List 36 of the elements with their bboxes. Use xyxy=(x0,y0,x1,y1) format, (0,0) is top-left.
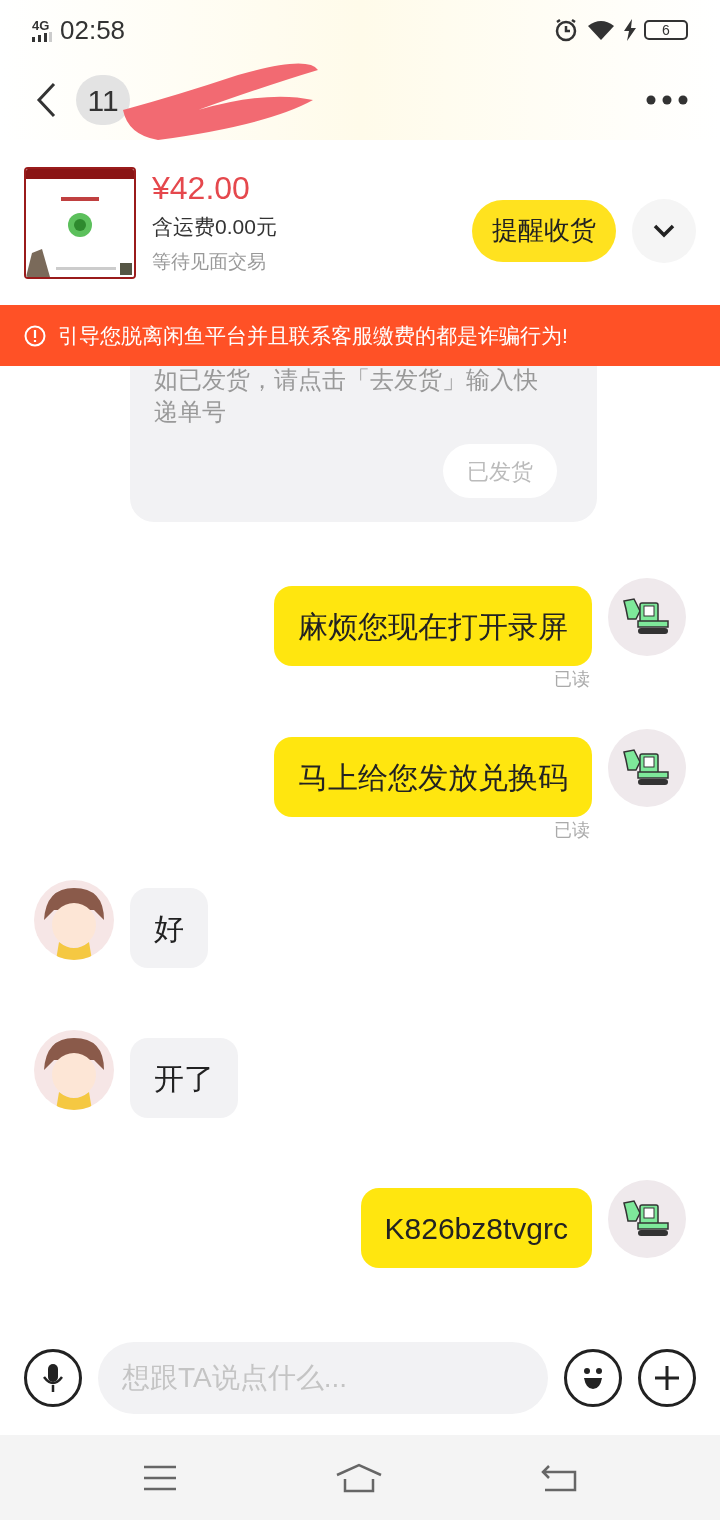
order-status: 等待见面交易 xyxy=(152,249,267,274)
read-receipt: 已读 xyxy=(554,819,590,842)
signal-icon xyxy=(32,31,52,42)
alarm-icon xyxy=(554,18,578,42)
microphone-icon xyxy=(42,1362,64,1393)
excavator-icon xyxy=(622,1199,672,1239)
voice-button[interactable] xyxy=(24,1348,82,1407)
emoji-button[interactable] xyxy=(564,1348,622,1407)
unread-badge: 11 xyxy=(76,75,130,125)
received-message: 开了 xyxy=(130,1038,238,1118)
price: ¥42.00 xyxy=(152,168,251,208)
network-label: 4G xyxy=(32,18,50,32)
warning-icon xyxy=(24,324,46,347)
clock-time: 02:58 xyxy=(60,13,126,47)
read-receipt: 已读 xyxy=(554,668,590,691)
plus-icon xyxy=(653,1363,681,1392)
remind-receipt-button[interactable]: 提醒收货 xyxy=(472,199,616,262)
add-button[interactable] xyxy=(638,1348,696,1407)
home-icon[interactable] xyxy=(335,1462,383,1493)
more-icon[interactable] xyxy=(646,95,688,105)
wifi-icon xyxy=(586,19,616,41)
charging-icon xyxy=(624,19,636,41)
shipping-hint: 如已发货，请点击「去发货」输入快递单号 xyxy=(154,366,539,427)
sent-message: 麻烦您现在打开录屏 xyxy=(274,586,592,666)
received-message: 好 xyxy=(130,888,208,968)
shipping-fee: 含运费0.00元 xyxy=(152,213,277,240)
chevron-down-icon xyxy=(653,223,675,238)
excavator-icon xyxy=(622,748,672,788)
back-icon[interactable] xyxy=(36,82,56,118)
excavator-icon xyxy=(622,597,672,637)
battery-level: 6 xyxy=(662,23,670,37)
back-nav-icon[interactable] xyxy=(541,1463,577,1492)
sent-message: K826bz8tvgrc xyxy=(360,1188,592,1268)
sent-message: 马上给您发放兑换码 xyxy=(274,737,592,817)
warning-text: 引导您脱离闲鱼平台并且联系客服缴费的都是诈骗行为! xyxy=(58,322,568,349)
menu-icon[interactable] xyxy=(143,1464,177,1491)
